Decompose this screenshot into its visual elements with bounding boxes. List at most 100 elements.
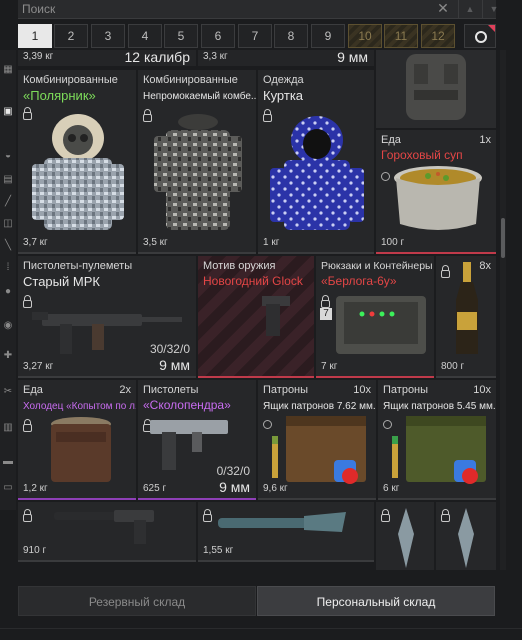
- item-card[interactable]: 3,39 кг 12 калибр: [18, 50, 196, 66]
- item-card[interactable]: Комбинированные Непромокаемый комбе... 3…: [138, 70, 256, 254]
- item-card[interactable]: Рюкзаки и Контейнеры «Берлога-6у» 7 7 кг: [316, 256, 434, 378]
- item-category: Одежда: [263, 74, 304, 86]
- item-name: «Полярник»: [23, 88, 96, 103]
- tab-reserve-storage[interactable]: Резервный склад: [18, 586, 256, 616]
- filter-tools-icon[interactable]: ✂: [2, 386, 14, 398]
- divider: [0, 628, 522, 629]
- scroll-up-icon[interactable]: ▲: [458, 0, 481, 18]
- camo-suit-image: [154, 114, 242, 230]
- scroll-down-icon[interactable]: ▼: [482, 0, 505, 18]
- jelly-container-image: [51, 417, 111, 482]
- item-weight: 625 г: [143, 483, 167, 494]
- page-tab-4[interactable]: 4: [128, 24, 162, 48]
- filter-misc-icon[interactable]: ▬: [2, 456, 14, 468]
- item-name: «Берлога-6у»: [321, 274, 397, 288]
- item-card[interactable]: Пистолеты-пулеметы Старый МРК 30/32/0 9 …: [18, 256, 196, 378]
- filter-knife-icon[interactable]: ╲: [2, 240, 14, 252]
- jacket-image: [270, 116, 364, 230]
- item-card[interactable]: Еда 2x Холодец «Копытом по л... 1,2 кг: [18, 380, 136, 500]
- item-card[interactable]: Пистолеты «Сколопендра» 0/32/0 9 мм 625 …: [138, 380, 256, 500]
- item-category: Комбинированные: [23, 74, 118, 86]
- item-card[interactable]: Патроны 10x Ящик патронов 5.45 мм... 6 к…: [378, 380, 496, 500]
- item-ammo-count: 30/32/0: [149, 342, 190, 356]
- scrollbar-thumb[interactable]: [501, 218, 505, 258]
- item-category: Еда: [23, 384, 43, 396]
- shield-icon: [381, 172, 390, 181]
- knife-image: [458, 508, 474, 568]
- page-tab-1[interactable]: 1: [18, 24, 52, 48]
- lock-icon: [381, 509, 390, 522]
- item-card[interactable]: Мотив оружия Новогодний Glock: [198, 256, 314, 378]
- container-image: [336, 296, 426, 354]
- filter-medkit-icon[interactable]: ✚: [2, 350, 14, 362]
- item-name: Холодец «Копытом по л...: [23, 401, 136, 412]
- filter-clothes-icon[interactable]: ◫: [2, 218, 14, 230]
- item-card[interactable]: 3,3 кг 9 мм: [198, 50, 374, 66]
- grid-large-icon[interactable]: ▣: [2, 106, 14, 118]
- item-card[interactable]: Еда 1x Гороховый суп 100 г: [376, 130, 496, 254]
- filter-armor-icon[interactable]: ▤: [2, 174, 14, 186]
- sawed-off-image: [218, 512, 346, 532]
- clear-search-icon[interactable]: ✕: [435, 0, 451, 18]
- glock-skin-image: [262, 296, 290, 336]
- item-weight: 910 г: [23, 545, 47, 556]
- item-name: Куртка: [263, 88, 304, 103]
- filter-backpack-icon[interactable]: ▥: [2, 422, 14, 434]
- item-weight: 6 кг: [383, 483, 400, 494]
- silenced-pistol-image: [54, 510, 154, 544]
- item-card[interactable]: [376, 502, 434, 570]
- item-weight: 9,6 кг: [263, 483, 288, 494]
- page-tab-9[interactable]: 9: [311, 24, 345, 48]
- page-tab-7[interactable]: 7: [238, 24, 272, 48]
- item-card[interactable]: [376, 50, 496, 128]
- item-category: Комбинированные: [143, 74, 238, 86]
- item-weight: 1 кг: [263, 237, 280, 248]
- lock-icon: [321, 295, 330, 308]
- page-tab-5[interactable]: 5: [164, 24, 198, 48]
- item-weight: 3,39 кг: [23, 51, 54, 62]
- item-card[interactable]: 1,55 кг: [198, 502, 374, 562]
- filter-food-icon[interactable]: ◉: [2, 320, 14, 332]
- vest-image: [406, 54, 466, 120]
- item-name: «Сколопендра»: [143, 398, 231, 412]
- item-name: Старый МРК: [23, 274, 100, 289]
- filter-grenade-icon[interactable]: ●: [2, 286, 14, 298]
- page-tab-12-locked[interactable]: 12: [421, 24, 455, 48]
- expand-storage-button[interactable]: [464, 24, 496, 48]
- inventory-grid: 3,39 кг 12 калибр 3,3 кг 9 мм Комбиниров…: [18, 50, 496, 570]
- page-tab-11-locked[interactable]: 11: [384, 24, 418, 48]
- page-tab-10-locked[interactable]: 10: [348, 24, 382, 48]
- filter-helmet-icon[interactable]: ◒: [2, 150, 14, 162]
- page-tab-6[interactable]: 6: [201, 24, 235, 48]
- item-category: Мотив оружия: [203, 260, 276, 272]
- filter-ammo-icon[interactable]: ⁞: [2, 262, 14, 274]
- search-input[interactable]: [22, 1, 412, 17]
- page-tab-8[interactable]: 8: [274, 24, 308, 48]
- champagne-bottle-image: [456, 262, 478, 354]
- item-card[interactable]: 910 г: [18, 502, 196, 562]
- item-card[interactable]: Патроны 10x Ящик патронов 7.62 мм... 9,6…: [258, 380, 376, 500]
- item-card[interactable]: Комбинированные «Полярник» 3,7 кг: [18, 70, 136, 254]
- lock-icon: [441, 509, 450, 522]
- item-card[interactable]: [436, 502, 496, 570]
- lock-icon: [23, 107, 32, 120]
- shield-icon: [383, 420, 392, 429]
- item-caliber: 12 калибр: [124, 50, 190, 65]
- item-ammo-count: 0/32/0: [216, 464, 250, 478]
- grid-scrollbar[interactable]: [500, 50, 506, 570]
- page-tab-3[interactable]: 3: [91, 24, 125, 48]
- item-weight: 800 г: [441, 361, 465, 372]
- grid-small-icon[interactable]: ▦: [2, 64, 14, 76]
- item-card[interactable]: Одежда Куртка 1 кг: [258, 70, 374, 254]
- search-bar: ✕ ▲ ▼: [18, 0, 498, 19]
- filter-rifle-icon[interactable]: ╱: [2, 196, 14, 208]
- item-weight: 3,7 кг: [23, 237, 48, 248]
- item-card[interactable]: 8x 800 г: [436, 256, 496, 378]
- item-quantity: 10x: [473, 384, 491, 396]
- item-category: Рюкзаки и Контейнеры: [321, 260, 433, 272]
- shield-icon: [263, 420, 272, 429]
- tab-personal-storage[interactable]: Персональный склад: [257, 586, 495, 616]
- filter-box-icon[interactable]: ▭: [2, 482, 14, 494]
- page-tabs: 1 2 3 4 5 6 7 8 9 10 11 12: [18, 24, 496, 48]
- page-tab-2[interactable]: 2: [54, 24, 88, 48]
